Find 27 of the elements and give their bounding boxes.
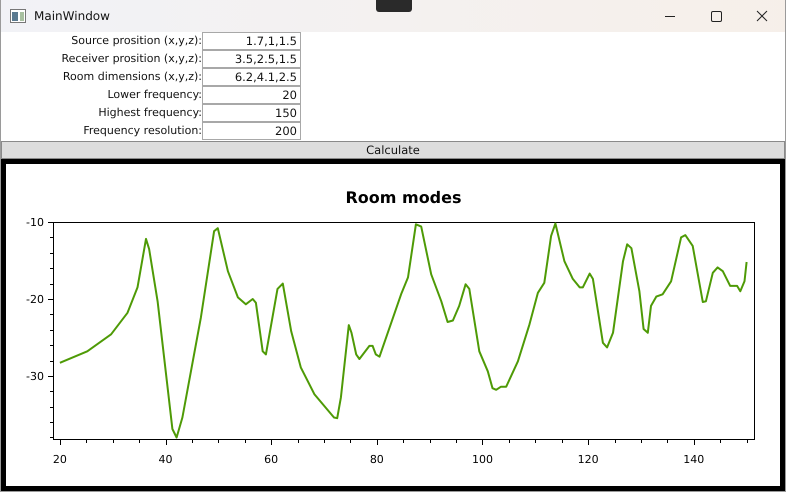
field-label: Source prosition (x,y,z): bbox=[70, 33, 202, 49]
input-field[interactable]: 3.5,2.5,1.5 bbox=[202, 50, 301, 68]
input-field[interactable]: 150 bbox=[202, 104, 301, 122]
input-field[interactable]: 6.2,4.1,2.5 bbox=[202, 68, 301, 86]
input-field[interactable]: 1.7,1,1.5 bbox=[202, 32, 301, 50]
input-field[interactable]: 20 bbox=[202, 86, 301, 104]
field-label: Frequency resolution: bbox=[82, 123, 202, 139]
x-tick-label: 100 bbox=[472, 453, 493, 466]
x-tick-label: 140 bbox=[683, 453, 704, 466]
x-tick-label: 40 bbox=[158, 453, 173, 466]
x-tick-label: 80 bbox=[370, 453, 384, 466]
window-icon bbox=[10, 9, 26, 23]
chart-title: Room modes bbox=[345, 188, 462, 207]
y-tick-label: -30 bbox=[26, 370, 44, 383]
input-field[interactable]: 200 bbox=[202, 122, 301, 140]
calculate-button[interactable]: Calculate bbox=[1, 141, 785, 159]
y-tick-label: -10 bbox=[26, 216, 44, 229]
field-label: Room dimensions (x,y,z): bbox=[62, 69, 202, 85]
field-label: Receiver prosition (x,y,z): bbox=[60, 51, 202, 67]
field-label: Lower frequency: bbox=[106, 87, 202, 103]
field-label: Highest frequency: bbox=[97, 105, 202, 121]
x-tick-label: 20 bbox=[52, 453, 67, 466]
drag-handle[interactable] bbox=[376, 0, 412, 12]
x-tick-label: 60 bbox=[264, 453, 278, 466]
y-tick-label: -20 bbox=[26, 292, 44, 306]
x-tick-label: 120 bbox=[578, 453, 599, 466]
window-title: MainWindow bbox=[34, 9, 110, 23]
